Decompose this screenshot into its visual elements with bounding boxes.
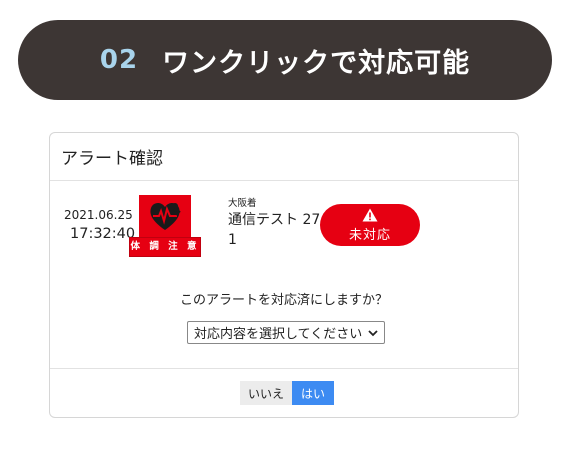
- dialog-header: アラート確認: [50, 133, 518, 181]
- device-location: 大阪着: [228, 198, 257, 209]
- chevron-down-icon: [368, 329, 378, 336]
- dialog-button-row: いいえ はい: [240, 381, 334, 405]
- warning-icon: [362, 208, 378, 221]
- response-select-value: 対応内容を選択してください: [194, 327, 363, 342]
- health-caution-badge: 体 調 注 意: [129, 195, 201, 259]
- status-label: 未対応: [348, 227, 391, 243]
- heart-pulse-icon: [139, 195, 191, 237]
- dialog-title: アラート確認: [61, 149, 163, 169]
- confirm-question: このアラートを対応済にしますか？: [179, 293, 388, 308]
- badge-label: 体 調 注 意: [129, 237, 201, 257]
- yes-button[interactable]: はい: [292, 381, 334, 405]
- response-select[interactable]: 対応内容を選択してください: [187, 321, 385, 344]
- feature-banner: 02 ワンクリックで対応可能: [18, 20, 552, 100]
- alert-date: 2021.06.25: [64, 208, 133, 222]
- device-name: 通信テスト 271: [228, 212, 321, 248]
- alert-row: 2021.06.25 17:32:40 体 調 注 意 大阪着 通信テスト 27…: [50, 195, 518, 263]
- banner-title: ワンクリックで対応可能: [162, 47, 471, 79]
- banner-number: 02: [99, 45, 139, 75]
- alert-time: 17:32:40: [70, 226, 136, 242]
- no-button[interactable]: いいえ: [240, 381, 292, 405]
- footer-divider: [50, 368, 518, 369]
- alert-confirm-dialog: アラート確認 2021.06.25 17:32:40 体 調 注 意 大阪着 通…: [49, 132, 519, 418]
- unhandled-status-button[interactable]: 未対応: [320, 204, 420, 246]
